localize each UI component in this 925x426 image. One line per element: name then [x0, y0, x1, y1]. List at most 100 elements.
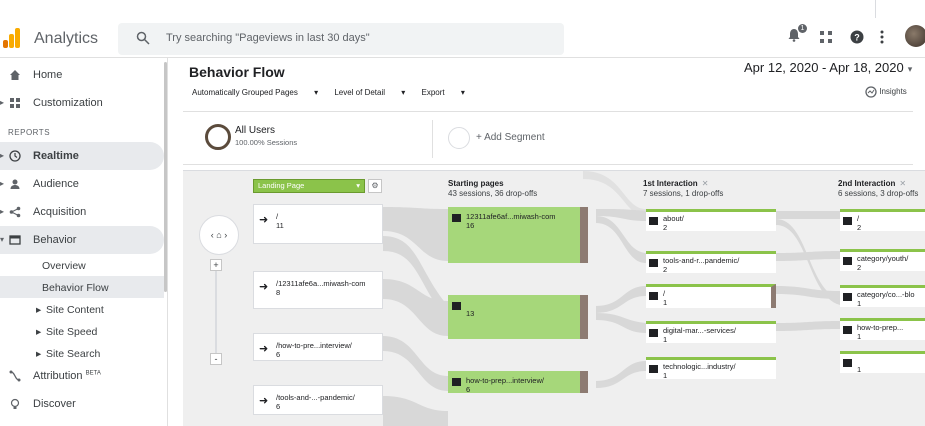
column-title: 1st Interaction ✕: [643, 179, 709, 188]
interaction-node[interactable]: digital-mar...-services/ 1: [646, 321, 776, 344]
sidebar-subitem-site-content[interactable]: ▸ Site Content: [0, 298, 164, 320]
interaction-node[interactable]: / 1: [646, 284, 776, 308]
analytics-logo-icon[interactable]: [0, 26, 22, 48]
apps-grid-icon[interactable]: [820, 31, 832, 43]
insights-icon: [865, 86, 877, 98]
flow-canvas[interactable]: ‹ ⌂ › + - Landing Page ▾ ⚙ Starting page…: [183, 170, 925, 426]
flow-band: [383, 396, 448, 426]
interaction-node[interactable]: about/ 2: [646, 209, 776, 232]
toolbar: Automatically Grouped Pages ▾ Level of D…: [192, 88, 479, 97]
sidebar-item-acquisition[interactable]: ▸ Acquisition: [0, 198, 164, 226]
page-icon: [843, 293, 852, 301]
segment-name[interactable]: All Users: [235, 125, 275, 136]
gear-icon[interactable]: ⚙: [368, 179, 382, 193]
add-segment-button[interactable]: + Add Segment: [476, 132, 545, 143]
sidebar-item-label: Discover: [33, 398, 76, 410]
interaction-node[interactable]: / 2: [840, 209, 925, 232]
starting-page-node[interactable]: 13: [448, 295, 588, 339]
page-icon: [649, 217, 658, 225]
divider: [875, 0, 876, 18]
lightbulb-icon: [10, 398, 20, 409]
customization-icon: [10, 98, 20, 108]
chevron-right-icon: ▸: [36, 326, 42, 338]
export-dropdown[interactable]: Export ▾: [422, 88, 465, 97]
landing-node[interactable]: ➜ /tools-and-...-pandemic/ 6: [253, 385, 383, 415]
search-input[interactable]: Try searching "Pageviews in last 30 days…: [166, 32, 370, 44]
page-icon: [843, 257, 852, 265]
landing-node[interactable]: ➜ / 11: [253, 204, 383, 244]
close-icon[interactable]: ✕: [702, 179, 709, 188]
chevron-right-icon: ▸: [36, 304, 42, 316]
flow-band: [596, 313, 646, 333]
sidebar-item-realtime[interactable]: ▸ Realtime: [0, 142, 164, 170]
dimension-dropdown[interactable]: Landing Page ▾: [253, 179, 365, 193]
node-count: 6: [276, 350, 281, 359]
sidebar-item-discover[interactable]: Discover: [0, 390, 164, 418]
starting-page-node[interactable]: 12311afe6af...miwash-com 16: [448, 207, 588, 263]
insights-button[interactable]: Insights: [865, 86, 907, 98]
sidebar-item-audience[interactable]: ▸ Audience: [0, 170, 164, 198]
sidebar-subitem-behavior-flow[interactable]: Behavior Flow: [0, 276, 164, 298]
search-box[interactable]: Try searching "Pageviews in last 30 days…: [118, 23, 564, 55]
sidebar-item-customization[interactable]: ▸ Customization: [0, 89, 164, 117]
zoom-slider[interactable]: [215, 271, 217, 353]
sidebar-item-label: Behavior: [33, 234, 77, 246]
chevron-down-icon: ▾: [356, 181, 360, 190]
arrow-right-icon: ➜: [259, 281, 269, 293]
sidebar-subitem-label: Site Speed: [46, 326, 98, 338]
chevron-down-icon: ▾: [907, 64, 913, 74]
node-label: about/: [663, 214, 684, 223]
sidebar-item-home[interactable]: Home: [0, 61, 164, 89]
add-segment-circle-icon[interactable]: [448, 127, 470, 149]
zoom-out-button[interactable]: -: [210, 353, 222, 365]
column-subtitle: 7 sessions, 1 drop-offs: [643, 189, 724, 198]
sidebar-item-label: Audience: [33, 178, 79, 190]
segment-bar: All Users 100.00% Sessions + Add Segment: [183, 111, 913, 165]
interaction-node[interactable]: how-to-prep... 1: [840, 318, 925, 341]
grouping-dropdown[interactable]: Automatically Grouped Pages ▾: [192, 88, 318, 97]
avatar[interactable]: [905, 25, 925, 47]
sidebar-subitem-overview[interactable]: Overview: [0, 254, 164, 276]
close-icon[interactable]: ✕: [899, 179, 906, 188]
sidebar-subitem-site-speed[interactable]: ▸ Site Speed: [0, 320, 164, 342]
page-icon: [843, 217, 852, 225]
segment-circle-icon: [205, 124, 231, 150]
node-label: tools-and-r...pandemic/: [663, 256, 740, 265]
node-label: /: [663, 289, 666, 298]
starting-page-node[interactable]: how-to-prep...interview/ 6: [448, 371, 588, 394]
search-icon: [136, 31, 150, 45]
sidebar-scrollbar[interactable]: [164, 62, 167, 292]
interaction-node[interactable]: tools-and-r...pandemic/ 2: [646, 251, 776, 274]
sidebar-item-label: Realtime: [33, 150, 79, 162]
level-of-detail-dropdown[interactable]: Level of Detail ▾: [334, 88, 405, 97]
flow-band: [596, 361, 646, 388]
interaction-node[interactable]: 1: [840, 351, 925, 374]
zoom-in-button[interactable]: +: [210, 259, 222, 271]
node-count: 2: [663, 265, 668, 274]
home-icon: [10, 70, 20, 80]
segment-sessions: 100.00% Sessions: [235, 138, 298, 147]
sidebar-item-behavior[interactable]: ▾ Behavior: [0, 226, 164, 254]
node-label: technologic...industry/: [663, 362, 736, 371]
interaction-node[interactable]: category/co...-blo 1: [840, 285, 925, 308]
sidebar-item-label: Home: [33, 69, 63, 81]
more-vert-icon[interactable]: [880, 30, 884, 44]
interaction-node[interactable]: technologic...industry/ 1: [646, 357, 776, 380]
sidebar-subitem-site-search[interactable]: ▸ Site Search: [0, 342, 164, 364]
flow-band: [776, 321, 840, 331]
arrow-right-icon: ➜: [259, 214, 269, 226]
node-label: category/co...-blo: [857, 290, 915, 299]
sidebar-item-label: Customization: [33, 97, 103, 109]
node-count: 1: [663, 335, 668, 344]
landing-node[interactable]: ➜ /how-to-pre...interview/ 6: [253, 333, 383, 361]
page-icon: [649, 329, 658, 337]
interaction-node[interactable]: category/youth/ 2: [840, 249, 925, 272]
acquisition-icon: [9, 206, 21, 218]
help-icon[interactable]: ?: [850, 30, 864, 44]
node-count: 13: [466, 309, 475, 318]
sidebar-item-attribution[interactable]: Attribution BETA: [0, 362, 164, 390]
landing-node[interactable]: ➜ /12311afe6a...miwash-com 8: [253, 271, 383, 309]
date-range-picker[interactable]: Apr 12, 2020 - Apr 18, 2020 ▾: [744, 60, 912, 75]
home-icon: ⌂: [216, 230, 222, 240]
home-view-button[interactable]: ‹ ⌂ ›: [199, 215, 239, 255]
